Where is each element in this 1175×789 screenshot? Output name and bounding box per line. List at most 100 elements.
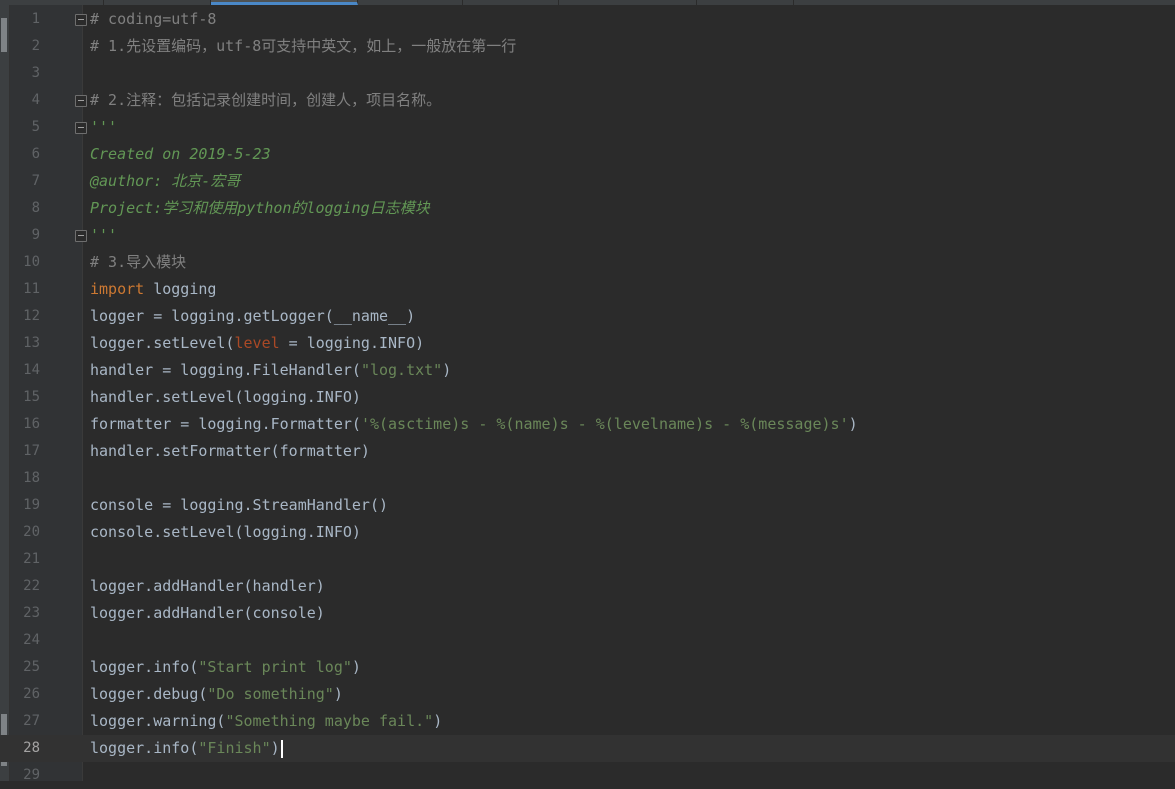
code-text[interactable]: logger.addHandler(handler) [90,573,325,600]
line-number: 9 [31,227,40,243]
line-number: 12 [23,308,40,324]
code-text[interactable]: logger = logging.getLogger(__name__) [90,303,415,330]
line-number: 22 [23,578,40,594]
code-line[interactable]: 4 # 2.注释：包括记录创建时间，创建人，项目名称。 [0,87,1175,114]
line-number: 23 [23,605,40,621]
code-line[interactable]: 26 logger.debug("Do something") [0,681,1175,708]
code-line[interactable]: 21 [0,546,1175,573]
code-line[interactable]: 2 # 1.先设置编码，utf-8可支持中英文，如上，一般放在第一行 [0,33,1175,60]
code-text[interactable]: logger.debug("Do something") [90,681,343,708]
code-text[interactable]: # 2.注释：包括记录创建时间，创建人，项目名称。 [90,87,441,114]
code-token: ) [442,361,452,379]
code-line[interactable]: 23 logger.addHandler(console) [0,600,1175,627]
fold-collapse-icon[interactable] [75,230,87,242]
line-number: 11 [23,281,40,297]
code-line[interactable]: 14 handler = logging.FileHandler("log.txt… [0,357,1175,384]
line-number: 5 [31,119,40,135]
code-text[interactable]: @author: 北京-宏哥 [90,168,240,195]
code-text[interactable]: # 3.导入模块 [90,249,186,276]
code-line[interactable]: 8 Project:学习和使用python的logging日志模块 [0,195,1175,222]
line-number: 7 [31,173,40,189]
code-line[interactable]: 1 # coding=utf-8 [0,6,1175,33]
editor-tab[interactable] [463,0,559,5]
editor-tab[interactable] [697,0,794,5]
code-text[interactable]: logger.info("Finish") [90,735,283,762]
code-line[interactable]: 15 handler.setLevel(logging.INFO) [0,384,1175,411]
editor-tab-bar[interactable] [0,0,1175,5]
code-text[interactable]: logger.info("Start print log") [90,654,361,681]
line-number: 4 [31,92,40,108]
code-text[interactable]: logger.addHandler(console) [90,600,325,627]
code-text[interactable]: import logging [90,276,216,303]
code-line[interactable]: 27 logger.warning("Something maybe fail."… [0,708,1175,735]
code-line[interactable]: 24 [0,627,1175,654]
code-text[interactable]: logger.warning("Something maybe fail.") [90,708,442,735]
code-text[interactable]: Created on 2019-5-23 [90,141,271,168]
code-token: logger.debug( [90,685,208,703]
code-text[interactable]: logger.setLevel(level = logging.INFO) [90,330,424,357]
code-token: "log.txt" [360,361,443,379]
code-token: "Something maybe fail." [225,712,434,730]
code-text[interactable]: handler.setFormatter(formatter) [90,438,370,465]
code-text[interactable]: handler.setLevel(logging.INFO) [90,384,361,411]
code-line[interactable]: 5 ''' [0,114,1175,141]
code-line[interactable]: 7 @author: 北京-宏哥 [0,168,1175,195]
code-text[interactable]: ''' [90,114,117,141]
editor-tab[interactable] [559,0,697,5]
editor-tab[interactable] [358,0,463,5]
editor-tab-active[interactable] [211,0,358,5]
code-line[interactable]: 19 console = logging.StreamHandler() [0,492,1175,519]
code-line[interactable]: 17 handler.setFormatter(formatter) [0,438,1175,465]
code-token: ''' [90,118,118,136]
line-number: 25 [23,659,40,675]
line-number: 16 [23,416,40,432]
code-line[interactable]: 3 [0,60,1175,87]
code-line[interactable]: 16 formatter = logging.Formatter('%(ascti… [0,411,1175,438]
code-line[interactable]: 10 # 3.导入模块 [0,249,1175,276]
code-line[interactable]: 25 logger.info("Start print log") [0,654,1175,681]
code-text[interactable]: # 1.先设置编码，utf-8可支持中英文，如上，一般放在第一行 [90,33,516,60]
code-token: handler.setLevel(logging.INFO) [90,388,361,406]
code-token: logging [144,280,217,298]
code-token: logger.warning( [90,712,226,730]
line-number: 29 [23,767,40,783]
line-number: 1 [31,11,40,27]
code-text[interactable]: formatter = logging.Formatter('%(asctime… [90,411,858,438]
code-line[interactable]: 9 ''' [0,222,1175,249]
code-line[interactable]: 29 [0,762,1175,789]
code-text[interactable]: handler = logging.FileHandler("log.txt") [90,357,451,384]
code-line[interactable]: 18 [0,465,1175,492]
code-token: = logging.INFO) [279,334,425,352]
code-token: level [234,334,280,352]
code-token: logger.setLevel( [90,334,235,352]
code-text[interactable]: console = logging.StreamHandler() [90,492,388,519]
code-line[interactable]: 22 logger.addHandler(handler) [0,573,1175,600]
fold-collapse-icon[interactable] [75,95,87,107]
code-text[interactable]: console.setLevel(logging.INFO) [90,519,361,546]
code-line[interactable]: 28 logger.info("Finish") [0,735,1175,762]
line-number: 6 [31,146,40,162]
code-line[interactable]: 20 console.setLevel(logging.INFO) [0,519,1175,546]
code-line[interactable]: 11 import logging [0,276,1175,303]
code-line[interactable]: 12 logger = logging.getLogger(__name__) [0,303,1175,330]
code-text[interactable]: # coding=utf-8 [90,6,216,33]
code-token: # 1.先设置编码，utf-8可支持中英文，如上，一般放在第一行 [90,37,517,55]
code-token: # coding=utf-8 [90,10,217,28]
code-token: ''' [90,226,118,244]
line-number: 15 [23,389,40,405]
code-text[interactable]: Project:学习和使用python的logging日志模块 [90,195,430,222]
code-text[interactable]: ''' [90,222,117,249]
editor-tab[interactable] [0,0,104,5]
line-number: 14 [23,362,40,378]
fold-collapse-icon[interactable] [75,122,87,134]
code-token: handler.setFormatter(formatter) [90,442,370,460]
code-token: logger.addHandler(handler) [90,577,325,595]
editor-tab[interactable] [104,0,211,5]
line-number: 2 [31,38,40,54]
code-line[interactable]: 13 logger.setLevel(level = logging.INFO) [0,330,1175,357]
fold-collapse-icon[interactable] [75,14,87,26]
line-number: 18 [23,470,40,486]
code-line[interactable]: 6 Created on 2019-5-23 [0,141,1175,168]
code-token: logger.info( [90,739,199,757]
line-number: 19 [23,497,40,513]
